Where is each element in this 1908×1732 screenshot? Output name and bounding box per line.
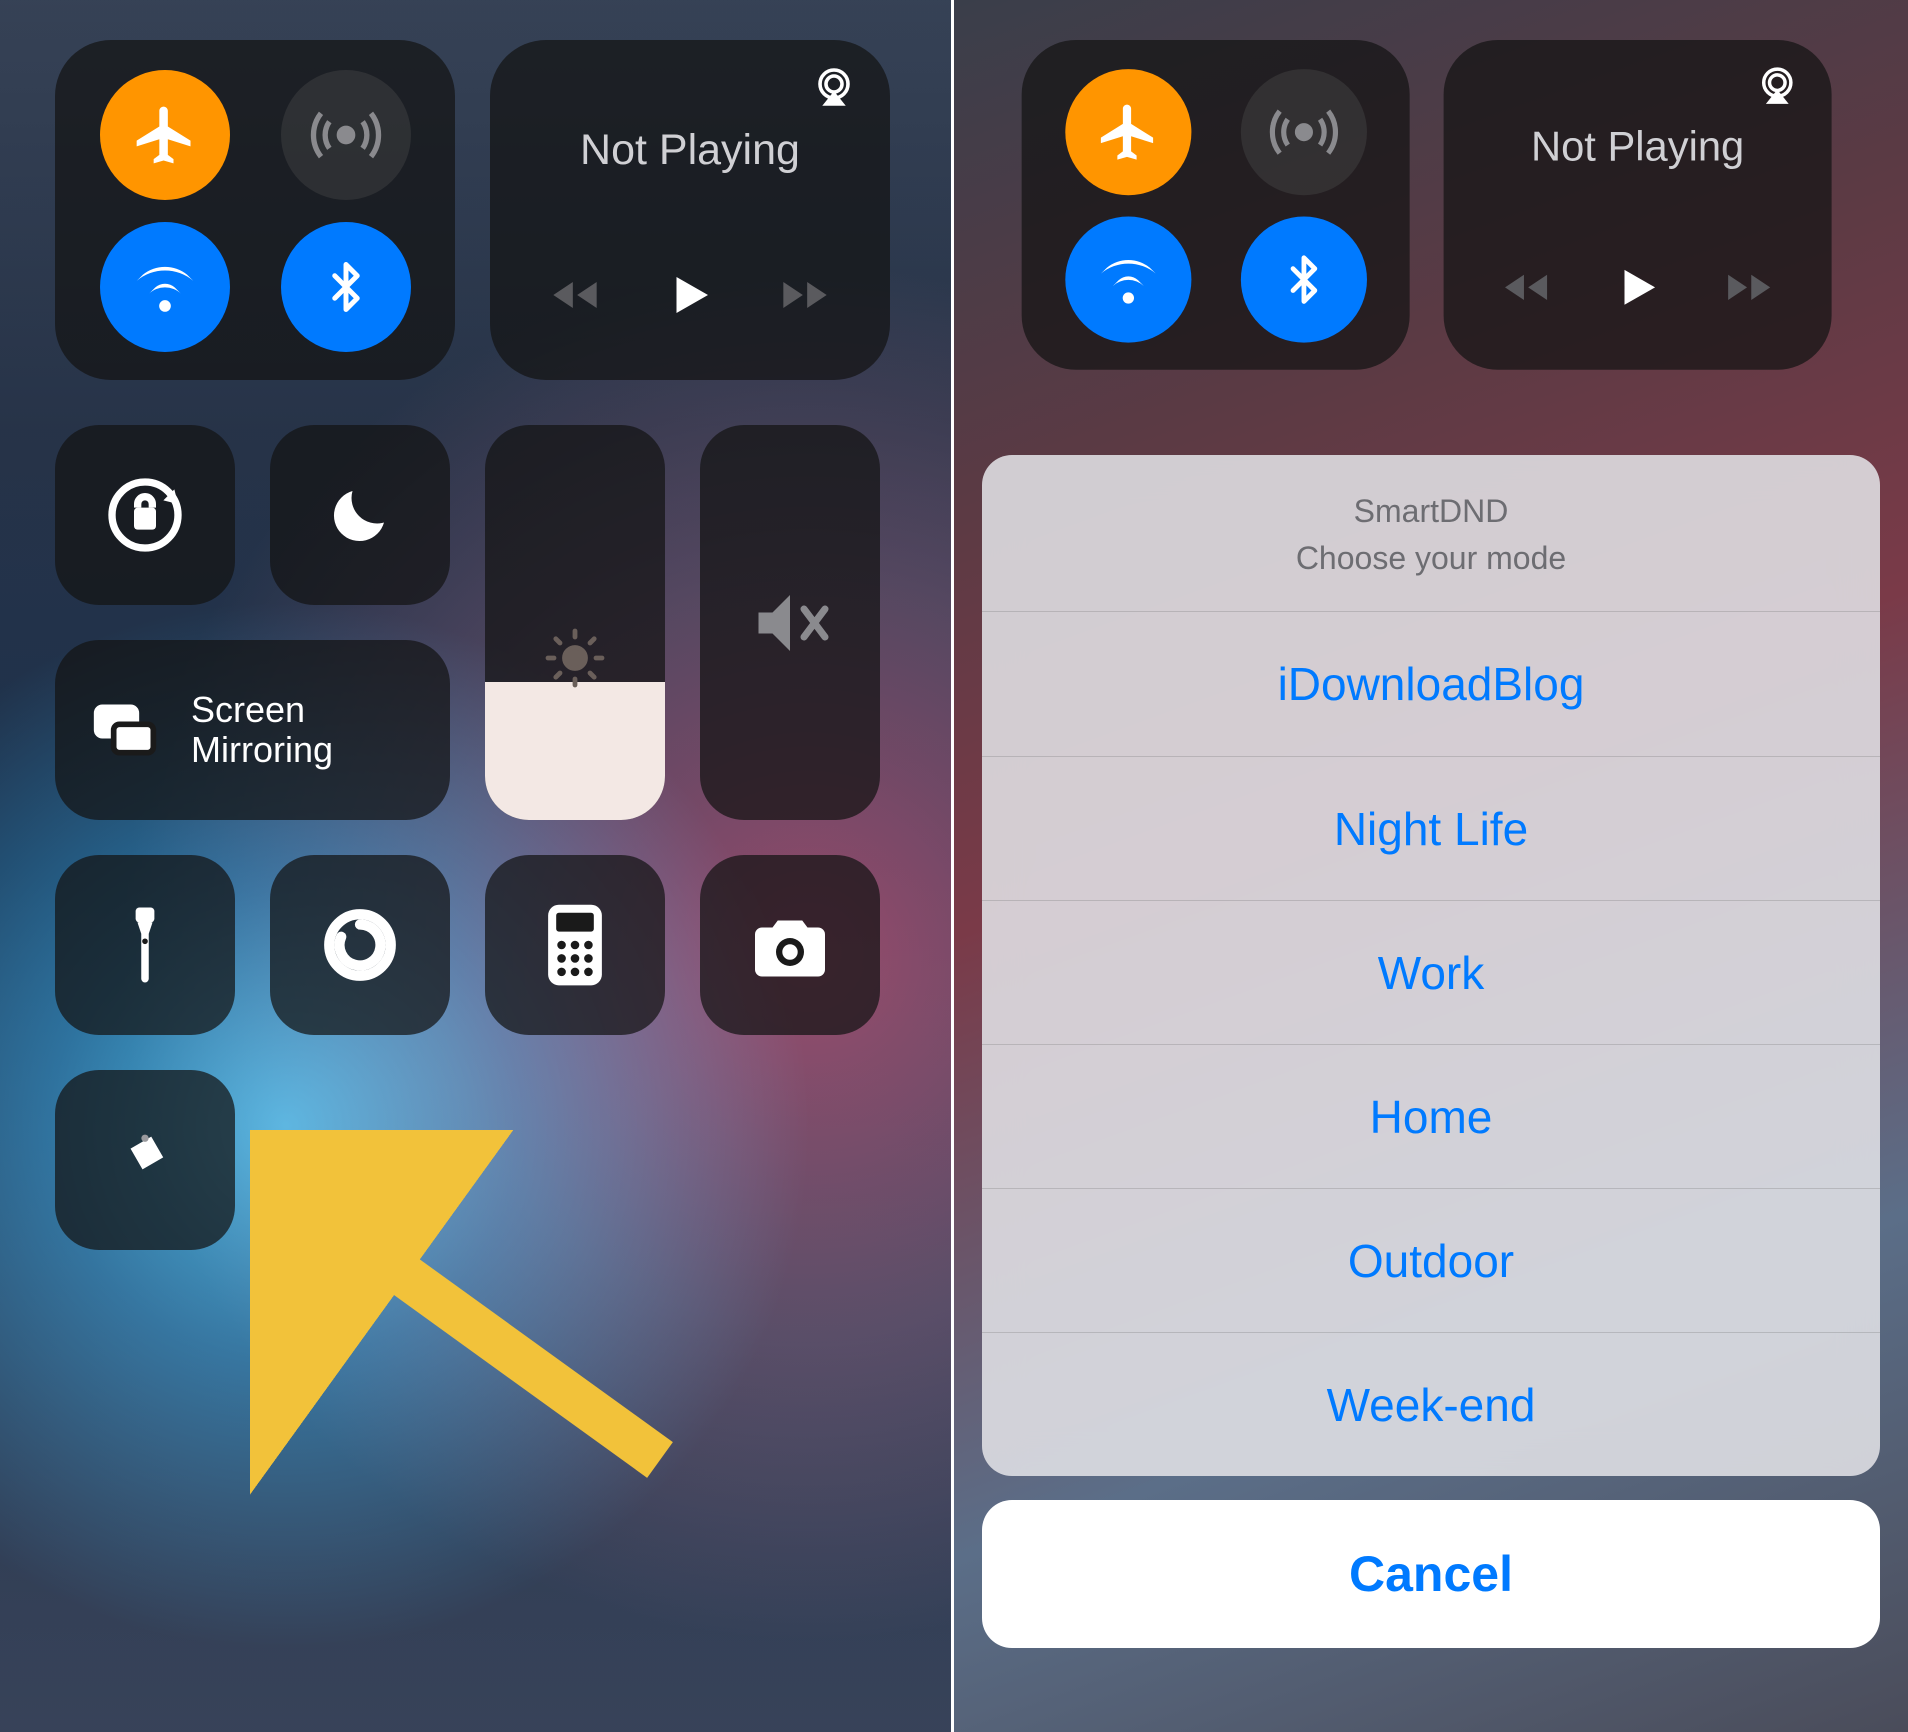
cellular-data-toggle[interactable] [1240, 69, 1366, 195]
action-sheet: SmartDND Choose your mode iDownloadBlogN… [982, 455, 1880, 1476]
bluetooth-toggle[interactable] [1240, 217, 1366, 343]
top-row: Not Playing [55, 40, 896, 380]
calculator-icon [542, 902, 608, 988]
airplay-icon[interactable] [1754, 63, 1801, 110]
volume-slider[interactable] [700, 425, 880, 820]
media-controls [520, 265, 860, 325]
wifi-toggle[interactable] [1065, 217, 1191, 343]
action-sheet-item[interactable]: Outdoor [982, 1188, 1880, 1332]
connectivity-group-right[interactable] [1022, 40, 1410, 370]
wifi-icon [1094, 246, 1162, 314]
action-sheet-cancel[interactable]: Cancel [982, 1500, 1880, 1648]
media-title: Not Playing [520, 126, 860, 175]
media-controls [1473, 258, 1803, 316]
orientation-lock-toggle[interactable] [55, 425, 235, 605]
media-title: Not Playing [1473, 123, 1803, 171]
control-center-left: Not Playing Screen Mirroring [0, 0, 954, 1732]
volume-mute-icon [748, 581, 832, 665]
media-group[interactable]: Not Playing [490, 40, 890, 380]
do-not-disturb-toggle[interactable] [270, 425, 450, 605]
media-group-right[interactable]: Not Playing [1444, 40, 1832, 370]
play-icon[interactable] [663, 265, 717, 325]
antenna-icon [306, 95, 386, 175]
bluetooth-toggle[interactable] [281, 222, 411, 352]
forward-icon[interactable] [774, 269, 836, 321]
screen-mirroring-button[interactable]: Screen Mirroring [55, 640, 450, 820]
screen-mirroring-icon [83, 696, 167, 764]
play-icon[interactable] [1611, 258, 1663, 316]
brightness-slider[interactable] [485, 425, 665, 820]
smartdnd-button[interactable] [55, 1070, 235, 1250]
timer-icon [319, 904, 401, 986]
camera-icon [747, 910, 833, 980]
action-sheet-header: SmartDND Choose your mode [982, 455, 1880, 612]
forward-icon[interactable] [1719, 262, 1779, 312]
timer-button[interactable] [270, 855, 450, 1035]
airplay-icon[interactable] [810, 64, 858, 112]
action-sheet-item[interactable]: iDownloadBlog [982, 612, 1880, 756]
airplane-icon [1095, 99, 1161, 165]
bottom-row [55, 855, 896, 1035]
col-a: Screen Mirroring [55, 425, 450, 820]
antenna-icon [1265, 93, 1343, 171]
smartdnd-icon [116, 1131, 174, 1189]
top-row-right: Not Playing [1022, 40, 1841, 370]
control-center-right: Not Playing SmartDND Choose your mode iD… [954, 0, 1908, 1732]
wifi-icon [130, 252, 200, 322]
action-sheet-overlay: SmartDND Choose your mode iDownloadBlogN… [982, 455, 1880, 1648]
screen-mirroring-label: Screen Mirroring [191, 690, 333, 769]
brightness-fill [485, 682, 665, 820]
bluetooth-icon [1277, 243, 1329, 317]
action-sheet-item[interactable]: Work [982, 900, 1880, 1044]
flashlight-button[interactable] [55, 855, 235, 1035]
rewind-icon[interactable] [544, 269, 606, 321]
action-sheet-item[interactable]: Night Life [982, 756, 1880, 900]
bluetooth-icon [319, 249, 373, 325]
middle-row: Screen Mirroring [55, 425, 896, 820]
connectivity-group[interactable] [55, 40, 455, 380]
camera-button[interactable] [700, 855, 880, 1035]
flashlight-icon [121, 900, 169, 990]
action-sheet-item[interactable]: Week-end [982, 1332, 1880, 1476]
airplane-mode-toggle[interactable] [1065, 69, 1191, 195]
moon-icon [324, 479, 396, 551]
brightness-icon [539, 622, 611, 694]
airplane-mode-toggle[interactable] [100, 70, 230, 200]
airplane-icon [131, 101, 199, 169]
rewind-icon[interactable] [1496, 262, 1556, 312]
action-sheet-title: SmartDND [1002, 493, 1860, 530]
action-sheet-item[interactable]: Home [982, 1044, 1880, 1188]
action-sheet-subtitle: Choose your mode [1002, 540, 1860, 577]
calculator-button[interactable] [485, 855, 665, 1035]
rotation-lock-icon [101, 471, 189, 559]
wifi-toggle[interactable] [100, 222, 230, 352]
bottom-row-2 [55, 1070, 896, 1250]
cellular-data-toggle[interactable] [281, 70, 411, 200]
